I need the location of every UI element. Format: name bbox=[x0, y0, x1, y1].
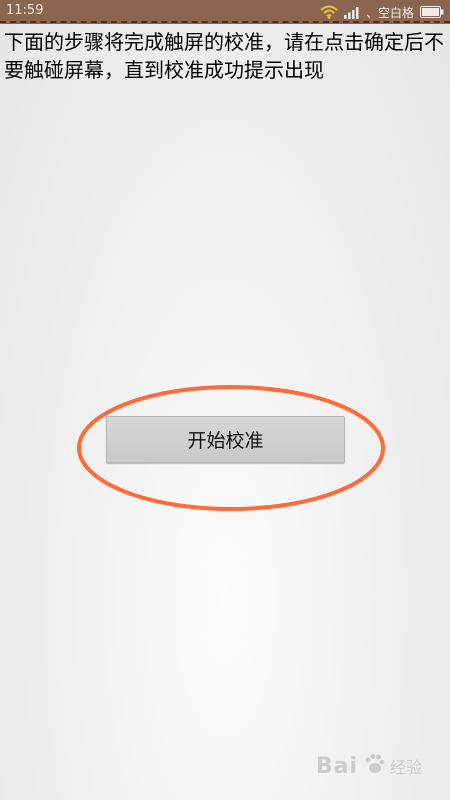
baidu-watermark: Bai 经验 bbox=[316, 752, 422, 780]
calibration-instruction: 下面的步骤将完成触屏的校准，请在点击确定后不要触碰屏幕，直到校准成功提示出现 bbox=[4, 30, 444, 82]
start-calibration-button[interactable]: 开始校准 bbox=[106, 416, 345, 463]
carrier-text: 、空白格 bbox=[365, 5, 414, 20]
watermark-sub: 经验 bbox=[389, 758, 422, 777]
paw-icon bbox=[362, 752, 386, 780]
wifi-icon bbox=[320, 5, 338, 19]
battery-icon bbox=[420, 6, 444, 18]
signal-icon bbox=[343, 6, 360, 19]
status-bar: 11:59 、空白格 bbox=[0, 0, 450, 24]
watermark-text: Bai bbox=[315, 753, 358, 779]
status-icons: 、空白格 bbox=[320, 2, 444, 22]
status-time: 11:59 bbox=[6, 3, 44, 18]
